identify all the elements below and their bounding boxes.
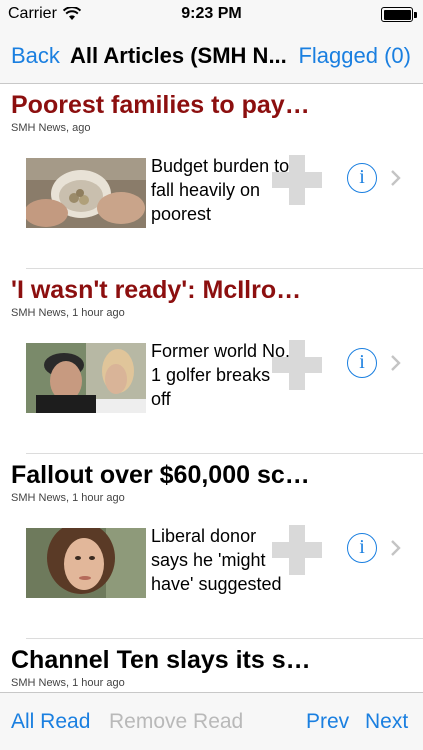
article-row[interactable]: Fallout over $60,000 sc… SMH News, 1 hou… [0, 455, 423, 639]
article-meta: SMH News, ago [11, 122, 91, 134]
article-title[interactable]: Poorest families to pay… [11, 91, 416, 120]
article-title[interactable]: 'I wasn't ready': McIlro… [11, 276, 416, 305]
info-icon[interactable]: i [347, 163, 377, 193]
divider [26, 268, 423, 269]
next-button[interactable]: Next [365, 710, 408, 734]
remove-read-button[interactable]: Remove Read [109, 710, 243, 734]
article-row[interactable]: Channel Ten slays its s… SMH News, 1 hou… [0, 640, 423, 692]
battery-tip [414, 12, 417, 18]
info-icon[interactable]: i [347, 348, 377, 378]
battery-icon [381, 7, 413, 22]
chevron-right-icon[interactable] [389, 539, 403, 557]
info-icon[interactable]: i [347, 533, 377, 563]
divider [26, 453, 423, 454]
all-read-button[interactable]: All Read [11, 710, 90, 734]
prev-button[interactable]: Prev [306, 710, 349, 734]
article-row[interactable]: 'I wasn't ready': McIlro… SMH News, 1 ho… [0, 270, 423, 454]
bottom-toolbar: All Read Remove Read Prev Next [0, 692, 423, 750]
chevron-right-icon[interactable] [389, 354, 403, 372]
flagged-button[interactable]: Flagged (0) [298, 43, 411, 69]
article-thumbnail[interactable] [26, 343, 146, 413]
article-thumbnail[interactable] [26, 158, 146, 228]
navigation-bar: Back All Articles (SMH N... Flagged (0) [0, 30, 423, 84]
add-plus-icon[interactable] [272, 340, 322, 390]
add-plus-icon[interactable] [272, 525, 322, 575]
nav-title: All Articles (SMH N... [70, 43, 287, 68]
article-meta: SMH News, 1 hour ago [11, 307, 125, 319]
status-bar: Carrier 9:23 PM [0, 0, 423, 30]
article-meta: SMH News, 1 hour ago [11, 492, 125, 504]
article-row[interactable]: Poorest families to pay… SMH News, ago B… [0, 85, 423, 269]
status-time: 9:23 PM [181, 5, 242, 22]
chevron-right-icon[interactable] [389, 169, 403, 187]
article-thumbnail[interactable] [26, 528, 146, 598]
article-title[interactable]: Channel Ten slays its s… [11, 646, 416, 675]
article-meta: SMH News, 1 hour ago [11, 677, 125, 689]
article-title[interactable]: Fallout over $60,000 sc… [11, 461, 416, 490]
add-plus-icon[interactable] [272, 155, 322, 205]
back-button[interactable]: Back [11, 43, 60, 69]
divider [26, 638, 423, 639]
